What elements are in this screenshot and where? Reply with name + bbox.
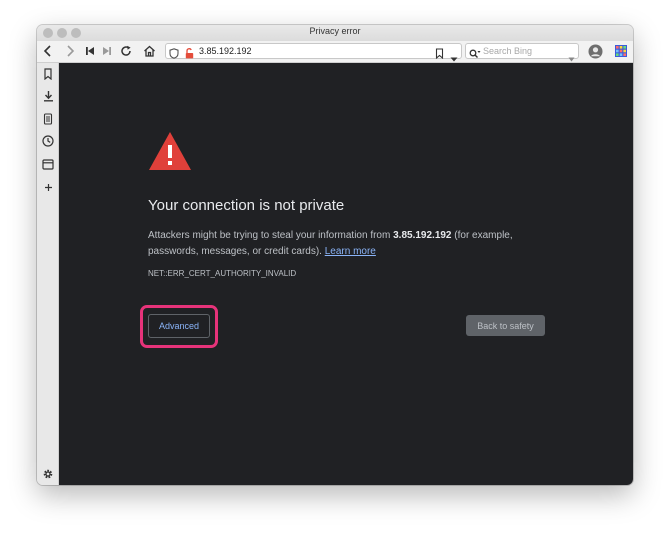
browser-window: Privacy error 3.85.192.192 Search Bing Y…	[37, 25, 633, 485]
reload-icon[interactable]	[119, 44, 133, 58]
error-description: Attackers might be trying to steal your …	[148, 228, 548, 260]
error-page: Your connection is not private Attackers…	[59, 63, 633, 485]
shield-icon[interactable]	[169, 46, 179, 64]
description-host: 3.85.192.192	[393, 230, 452, 241]
search-engine-icon[interactable]	[469, 46, 481, 64]
learn-more-link[interactable]: Learn more	[325, 246, 376, 257]
skip-back-icon[interactable]	[83, 44, 97, 58]
advanced-button[interactable]: Advanced	[148, 314, 210, 338]
settings-icon[interactable]	[42, 468, 54, 480]
browser-toolbar: 3.85.192.192	[37, 41, 633, 63]
search-bar[interactable]	[465, 43, 579, 62]
skip-forward-icon[interactable]	[100, 44, 114, 58]
title-bar[interactable]: Privacy error	[37, 25, 633, 41]
url-text[interactable]: 3.85.192.192	[199, 46, 252, 56]
bookmark-page-icon[interactable]	[435, 46, 444, 64]
add-icon[interactable]	[42, 181, 54, 193]
account-avatar-icon[interactable]	[587, 43, 603, 59]
page-title: Your connection is not private	[148, 197, 345, 214]
home-icon[interactable]	[142, 44, 156, 58]
back-to-safety-button[interactable]: Back to safety	[466, 315, 545, 336]
error-code: NET::ERR_CERT_AUTHORITY_INVALID	[148, 269, 297, 278]
forward-arrow-icon[interactable]	[63, 44, 77, 58]
sidebar	[37, 63, 59, 485]
search-input[interactable]	[483, 45, 563, 57]
insecure-lock-icon[interactable]	[185, 46, 194, 64]
notes-icon[interactable]	[42, 113, 54, 125]
window-title: Privacy error	[309, 26, 361, 36]
extension-grid-icon[interactable]	[614, 44, 628, 58]
history-icon[interactable]	[42, 135, 54, 147]
address-bar[interactable]: 3.85.192.192	[165, 43, 462, 62]
download-icon[interactable]	[42, 90, 54, 102]
bookmark-icon[interactable]	[42, 68, 54, 80]
tabs-icon[interactable]	[42, 158, 54, 170]
warning-triangle-icon	[148, 131, 192, 176]
back-arrow-icon[interactable]	[41, 44, 55, 58]
description-text: Attackers might be trying to steal your …	[148, 230, 394, 241]
